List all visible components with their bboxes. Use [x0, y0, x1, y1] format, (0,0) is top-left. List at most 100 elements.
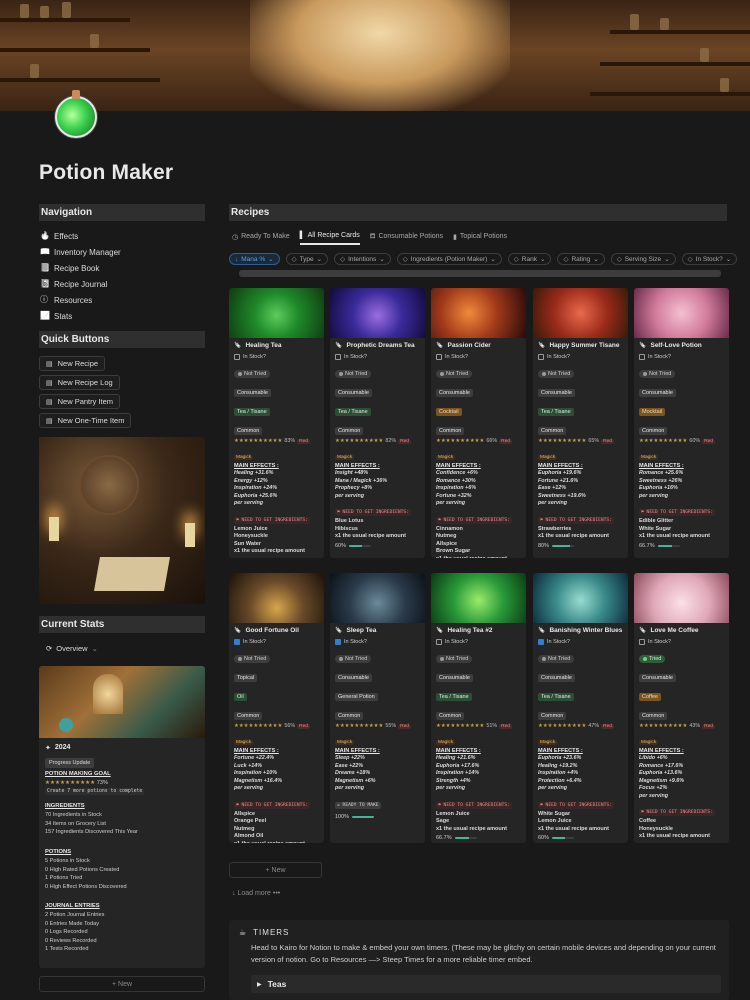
mana-rating: ★★★★★★★★★★ 66% Red — [436, 438, 521, 444]
recipe-image — [533, 288, 628, 338]
recipe-image — [229, 573, 324, 623]
status-label: Not Tried — [244, 371, 267, 377]
type-row: Consumable — [436, 381, 521, 400]
filter-in-stock-[interactable]: ◇ In Stock? ⌄ — [681, 253, 738, 265]
effect-line: Inspiration +4% — [538, 770, 578, 776]
timers-body: Head to Kairo for Notion to make & embed… — [251, 943, 716, 964]
recipe-card-sleep-tea[interactable]: 🔖 Sleep Tea In Stock? Not Tried Consumable Ge… — [330, 573, 425, 843]
tab-all-recipe-cards[interactable]: ▌ All Recipe Cards — [299, 232, 360, 245]
filter-rating[interactable]: ◇ Rating ⌄ — [557, 253, 605, 265]
category-tag: General Potion — [335, 693, 378, 701]
bookmark-icon: 🔖 — [234, 628, 242, 634]
quick-button-new-recipe-log[interactable]: ▤ New Recipe Log — [39, 375, 120, 390]
filter-ingredients-potion-maker-[interactable]: ◇ Ingredients (Potion Maker) ⌄ — [396, 253, 502, 265]
recipe-image — [431, 288, 526, 338]
overview-view-selector[interactable]: ⟳ Overview ⌄ — [46, 644, 98, 653]
in-stock-checkbox[interactable]: In Stock? — [436, 354, 521, 360]
rank-tag: Common — [335, 712, 364, 720]
filter-mana-[interactable]: ↓ Mana % ⌄ — [229, 253, 280, 265]
filter-type[interactable]: ◇ Type ⌄ — [285, 253, 329, 265]
recipe-image — [634, 573, 729, 623]
bookmark-icon: 🔖 — [538, 628, 546, 634]
magick-row: Magick — [335, 730, 420, 748]
checkbox-checked-icon — [335, 639, 341, 645]
in-stock-checkbox[interactable]: In Stock? — [335, 354, 420, 360]
in-stock-checkbox[interactable]: In Stock? — [436, 639, 521, 645]
need-ingredients-banner: ⚑ NEED TO GET INGREDIENTS: — [538, 801, 614, 809]
status-dot-icon — [339, 372, 343, 376]
recipe-card-passion-cider[interactable]: 🔖 Passion Cider In Stock? Not Tried Consumab… — [431, 288, 526, 558]
filter-rank[interactable]: ◇ Rank ⌄ — [507, 253, 552, 265]
nav-item-effects[interactable]: 🔥 Effects — [40, 229, 78, 243]
red-tag: Red — [702, 438, 715, 444]
recipe-card-healing-tea-2[interactable]: 🔖 Healing Tea #2 In Stock? Not Tried Consuma… — [431, 573, 526, 843]
progress-percent: 80% — [538, 542, 550, 549]
effect-line: per serving — [335, 785, 365, 791]
teas-toggle[interactable]: ▶ Teas — [251, 975, 721, 993]
chevron-down-icon: ⌄ — [91, 644, 98, 653]
tab-topical-potions[interactable]: ▮ Topical Potions — [453, 232, 507, 245]
in-stock-label: In Stock? — [243, 354, 266, 360]
mana-percent: 47% — [588, 723, 600, 729]
checkbox-empty-icon — [335, 354, 341, 360]
recipe-card-prophetic-dreams-tea[interactable]: 🔖 Prophetic Dreams Tea In Stock? Not Tried C… — [330, 288, 425, 558]
filter-intentions[interactable]: ◇ Intentions ⌄ — [334, 253, 391, 265]
recipe-image — [330, 288, 425, 338]
recipe-card-healing-tea[interactable]: 🔖 Healing Tea In Stock? Not Tried Consumable… — [229, 288, 324, 558]
recipe-card-love-me-coffee[interactable]: 🔖 Love Me Coffee In Stock? Tried Consumable C… — [634, 573, 729, 843]
mana-percent: 66% — [486, 438, 498, 444]
nav-item-stats[interactable]: 📈 Stats — [40, 309, 72, 323]
chevron-down-icon: ⌄ — [490, 256, 496, 263]
in-stock-checkbox[interactable]: In Stock? — [234, 354, 319, 360]
stat-line: 157 Ingredients Discovered This Year — [45, 829, 138, 836]
tab-consumable-potions[interactable]: ⛾ Consumable Potions — [370, 232, 443, 245]
horizontal-scrollbar[interactable] — [239, 270, 721, 277]
in-stock-checkbox[interactable]: In Stock? — [639, 354, 724, 360]
open-book-shape — [94, 557, 170, 591]
rating-stars: ★★★★★★★★★★ — [234, 438, 283, 444]
status-dot-icon — [440, 372, 444, 376]
recipe-card-good-fortune-oil[interactable]: 🔖 Good Fortune Oil In Stock? Not Tried Topic… — [229, 573, 324, 843]
magick-row: Magick — [639, 445, 724, 463]
filter-label: Serving Size — [624, 255, 662, 263]
need-label: NEED TO GET INGREDIENTS: — [545, 517, 612, 523]
recipe-title: Love Me Coffee — [650, 627, 699, 634]
tab-ready-to-make[interactable]: ◷ Ready To Make — [232, 232, 290, 245]
nav-item-inventory-manager[interactable]: 📖 Inventory Manager — [40, 245, 121, 259]
filter-serving-size[interactable]: ◇ Serving Size ⌄ — [610, 253, 676, 265]
page-icon[interactable] — [55, 90, 97, 138]
notebook-icon: 📓 — [40, 279, 50, 288]
recipe-card-self-love-potion[interactable]: 🔖 Self-Love Potion In Stock? Not Tried Consu… — [634, 288, 729, 558]
load-more-button[interactable]: ↓ Load more ••• — [232, 890, 280, 897]
stat-line: 0 High Rated Potions Created — [45, 866, 120, 873]
status-badge: Not Tried — [436, 370, 473, 378]
quick-button-new-pantry-item[interactable]: ▤ New Pantry Item — [39, 394, 121, 409]
checkbox-checked-icon — [538, 639, 544, 645]
nav-item-recipe-book[interactable]: 📕 Recipe Book — [40, 261, 99, 275]
ingredient-line: Honeysuckle — [639, 825, 673, 832]
magick-row: Magick — [436, 730, 521, 748]
quick-button-new-one-time-item[interactable]: ▤ New One-Time Item — [39, 413, 132, 428]
quick-button-new-recipe[interactable]: ▤ New Recipe — [39, 356, 106, 371]
stats-new-button[interactable]: + New — [39, 976, 205, 992]
effect-line: Magnetism +16.4% — [234, 777, 283, 784]
stat-line: 70 Ingredients in Stock — [45, 812, 102, 818]
effect-line: Protection +6.4% — [538, 777, 582, 784]
jar-icon: ▮ — [453, 233, 457, 241]
in-stock-checkbox[interactable]: In Stock? — [639, 639, 724, 645]
checkbox-checked-icon — [234, 639, 240, 645]
in-stock-checkbox[interactable]: In Stock? — [234, 639, 319, 645]
recipe-card-banishing-winter-blues[interactable]: 🔖 Banishing Winter Blues In Stock? Not Trie… — [533, 573, 628, 843]
recipe-card-happy-summer-tisane[interactable]: 🔖 Happy Summer Tisane In Stock? Not Tried Co… — [533, 288, 628, 558]
triangle-right-icon: ▶ — [257, 981, 262, 988]
in-stock-checkbox[interactable]: In Stock? — [538, 354, 623, 360]
recipes-new-button[interactable]: + New — [229, 862, 322, 878]
nav-item-recipe-journal[interactable]: 📓 Recipe Journal — [40, 277, 107, 291]
recipe-content: 🔖 Happy Summer Tisane In Stock? Not Tried Co… — [533, 338, 628, 549]
in-stock-checkbox[interactable]: In Stock? — [538, 639, 623, 645]
in-stock-checkbox[interactable]: In Stock? — [335, 639, 420, 645]
stats-card[interactable]: ✦ 2024 Progress Update POTION MAKING GOAL… — [39, 666, 205, 968]
nav-item-resources[interactable]: ⓘ Resources — [40, 293, 92, 307]
status-badge: Not Tried — [538, 655, 575, 663]
need-row: ⚑ NEED TO GET INGREDIENTS: — [639, 500, 724, 518]
